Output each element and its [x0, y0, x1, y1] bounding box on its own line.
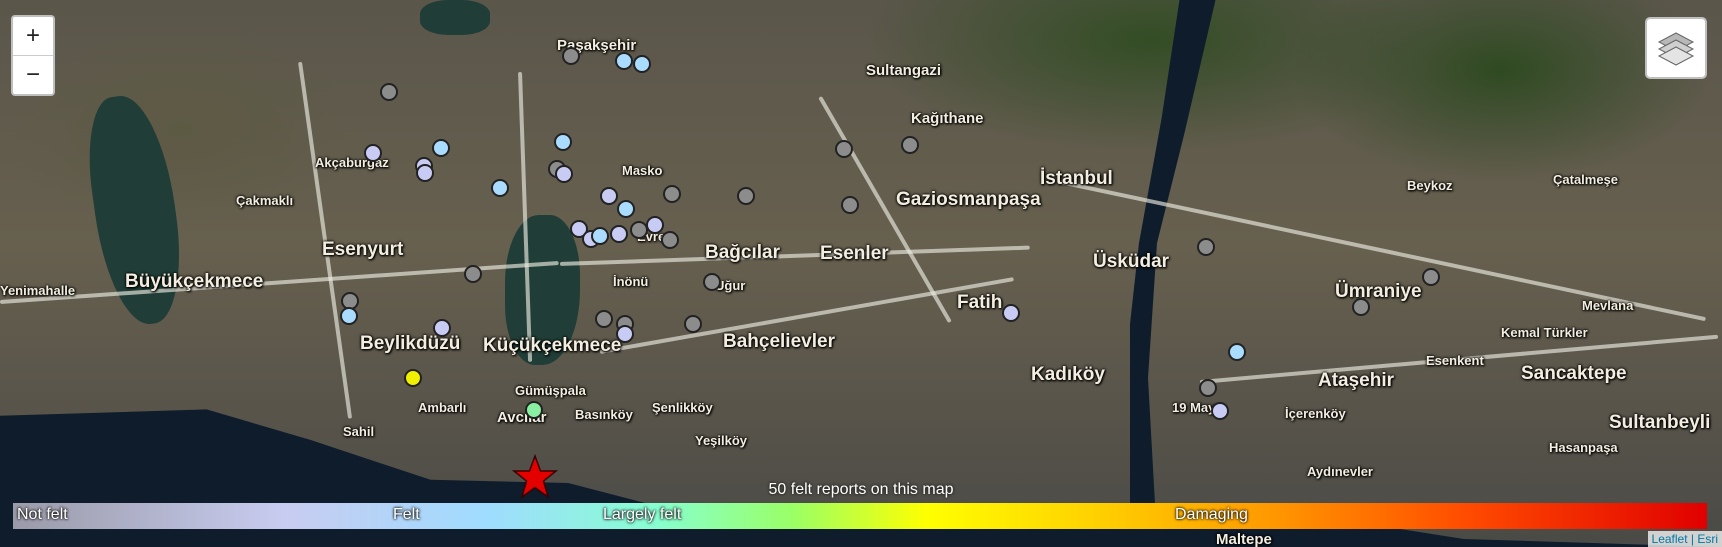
- felt-report-marker[interactable]: [464, 265, 482, 283]
- place-label: Masko: [622, 163, 663, 178]
- felt-report-marker[interactable]: [835, 140, 853, 158]
- place-label: Esenler: [820, 243, 889, 264]
- felt-report-marker[interactable]: [737, 187, 755, 205]
- place-label: Kadıköy: [1031, 364, 1105, 385]
- felt-report-marker[interactable]: [591, 227, 609, 245]
- place-label: Büyükçekmece: [125, 271, 264, 292]
- felt-report-marker[interactable]: [600, 187, 618, 205]
- scale-label-felt: Felt: [393, 506, 420, 523]
- felt-report-marker[interactable]: [416, 164, 434, 182]
- felt-report-marker[interactable]: [404, 369, 422, 387]
- felt-report-marker[interactable]: [1199, 379, 1217, 397]
- scale-label-largely-felt: Largely felt: [603, 506, 682, 523]
- felt-report-marker[interactable]: [432, 139, 450, 157]
- place-label: İstanbul: [1040, 168, 1113, 189]
- felt-report-marker[interactable]: [663, 185, 681, 203]
- place-label: Ataşehir: [1318, 370, 1395, 391]
- place-label: Fatih: [957, 292, 1003, 313]
- intensity-color-scale: Not felt Felt Largely felt Damaging: [13, 503, 1707, 529]
- place-label: Bağcılar: [705, 242, 780, 263]
- reservoir: [420, 0, 490, 35]
- zoom-in-button[interactable]: +: [13, 17, 53, 55]
- place-label: Kağıthane: [911, 110, 984, 127]
- felt-report-marker[interactable]: [562, 47, 580, 65]
- zoom-control: + −: [11, 15, 55, 96]
- place-label: Hasanpaşa: [1549, 440, 1618, 455]
- place-label: Basınköy: [575, 407, 633, 422]
- place-label: Çakmaklı: [236, 193, 294, 208]
- felt-report-marker[interactable]: [661, 231, 679, 249]
- felt-report-marker[interactable]: [1352, 298, 1370, 316]
- felt-report-marker[interactable]: [616, 325, 634, 343]
- place-label: Mevlana: [1582, 298, 1634, 313]
- place-label: Çatalmeşe: [1553, 172, 1619, 187]
- scale-label-not-felt: Not felt: [17, 506, 68, 523]
- felt-report-marker[interactable]: [1228, 343, 1246, 361]
- felt-report-marker[interactable]: [525, 401, 543, 419]
- zoom-out-button[interactable]: −: [13, 55, 53, 94]
- felt-report-marker[interactable]: [684, 315, 702, 333]
- felt-report-marker[interactable]: [633, 55, 651, 73]
- place-label: Bahçelievler: [723, 331, 835, 352]
- felt-report-marker[interactable]: [1002, 304, 1020, 322]
- place-label: Küçükçekmece: [483, 335, 622, 356]
- felt-report-marker[interactable]: [491, 179, 509, 197]
- map-view[interactable]: Paşakşehir Sultangazi Kağıthane Akçaburg…: [0, 0, 1722, 547]
- felt-report-marker[interactable]: [340, 307, 358, 325]
- place-label: Esenkent: [1426, 353, 1484, 368]
- felt-report-marker[interactable]: [554, 133, 572, 151]
- place-label: Şenlikköy: [652, 400, 713, 415]
- felt-report-marker[interactable]: [595, 310, 613, 328]
- place-label: Sultanbeyli: [1609, 412, 1711, 433]
- layers-button[interactable]: [1645, 17, 1707, 79]
- place-label: Ümraniye: [1335, 281, 1422, 302]
- felt-report-marker[interactable]: [615, 52, 633, 70]
- felt-report-marker[interactable]: [841, 196, 859, 214]
- place-label: Üsküdar: [1093, 251, 1170, 272]
- place-label: Gümüşpala: [515, 383, 586, 398]
- place-label: Maltepe: [1216, 531, 1272, 547]
- place-label: Kemal Türkler: [1501, 325, 1588, 340]
- felt-report-marker[interactable]: [610, 225, 628, 243]
- felt-report-marker[interactable]: [1422, 268, 1440, 286]
- place-label: Aydınevler: [1307, 464, 1373, 479]
- place-label: Sancaktepe: [1521, 363, 1627, 384]
- felt-report-marker[interactable]: [364, 144, 382, 162]
- felt-report-marker[interactable]: [646, 216, 664, 234]
- felt-report-marker[interactable]: [433, 319, 451, 337]
- place-label: Esenyurt: [322, 239, 404, 260]
- place-label: Sahil: [343, 424, 375, 439]
- place-label: Yeşilköy: [695, 433, 748, 448]
- place-label: Yenimahalle: [0, 283, 76, 298]
- felt-report-marker[interactable]: [555, 165, 573, 183]
- layers-icon: [1657, 32, 1695, 66]
- road: [559, 245, 1030, 266]
- felt-report-marker[interactable]: [617, 200, 635, 218]
- felt-report-marker[interactable]: [1211, 402, 1229, 420]
- place-label: Beykoz: [1407, 178, 1453, 193]
- place-label: İçerenköy: [1285, 406, 1346, 421]
- place-label: Gaziosmanpaşa: [896, 189, 1041, 210]
- felt-report-marker[interactable]: [703, 273, 721, 291]
- felt-report-marker[interactable]: [1197, 238, 1215, 256]
- place-label: Ambarlı: [418, 400, 467, 415]
- felt-count-text: 50 felt reports on this map: [768, 481, 954, 498]
- scale-label-damaging: Damaging: [1175, 506, 1248, 523]
- felt-report-marker[interactable]: [901, 136, 919, 154]
- map-attribution[interactable]: Leaflet | Esri: [1647, 531, 1722, 547]
- felt-report-marker[interactable]: [380, 83, 398, 101]
- place-label: İnönü: [613, 274, 649, 289]
- place-label: Sultangazi: [866, 62, 942, 79]
